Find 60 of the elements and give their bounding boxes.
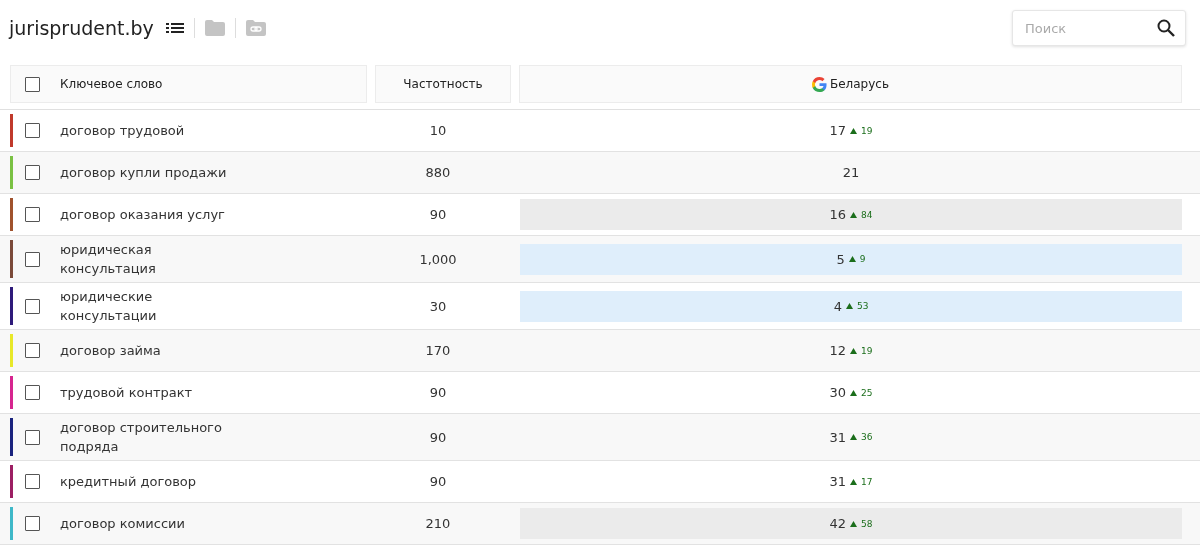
keyword-cell-text: трудовой контракт	[60, 384, 194, 402]
position-change: 17	[861, 476, 873, 487]
list-icon[interactable]	[165, 21, 184, 35]
position-change: 53	[856, 301, 869, 311]
row-checkbox[interactable]	[25, 429, 40, 445]
keyword-cell-text: договор оказания услуг	[60, 206, 226, 224]
position-cell: 21	[842, 165, 860, 180]
keyword-cell-text: договор трудовой	[60, 122, 186, 140]
column-header[interactable]: Частотность	[375, 65, 511, 103]
keyword-cell-text: договор займа	[60, 342, 162, 360]
position-cell: 16	[829, 207, 847, 222]
frequency-cell: 90	[429, 207, 447, 222]
site-title: jurisprudent.by	[9, 17, 154, 39]
keyword-cell-text: юридические консультации	[60, 288, 158, 325]
row-checkbox[interactable]	[25, 298, 40, 314]
position-cell: 42	[829, 516, 847, 531]
keyword-cell-text: договор купли продажи	[60, 164, 228, 182]
row-checkbox[interactable]	[25, 251, 40, 267]
frequency-cell: 10	[429, 123, 447, 138]
frequency-cell: 1,000	[419, 251, 457, 267]
frequency-cell: 90	[429, 429, 447, 445]
row-checkbox[interactable]	[25, 385, 40, 400]
position-cell: 31	[829, 429, 847, 445]
position-cell: 5	[836, 251, 845, 267]
frequency-cell: 30	[429, 298, 447, 314]
position-change: 36	[861, 432, 873, 442]
keyword-cell-text: договор строительного подряда	[60, 419, 223, 456]
column-header[interactable]: Ключевое слово	[10, 65, 367, 103]
frequency-cell: 170	[425, 343, 451, 358]
search-icon[interactable]	[1156, 18, 1176, 38]
frequency-cell: 90	[429, 474, 447, 489]
position-change: 19	[861, 345, 873, 356]
row-checkbox[interactable]	[25, 343, 40, 358]
position-change: 25	[861, 387, 873, 398]
row-checkbox[interactable]	[25, 165, 40, 180]
column-label: Ключевое слово	[60, 77, 163, 91]
position-change: 19	[861, 125, 873, 136]
position-cell: 30	[829, 385, 847, 400]
keyword-cell-text: юридическая консультация	[60, 241, 157, 278]
position-change: 84	[861, 209, 873, 220]
position-change: 9	[859, 254, 866, 264]
position-cell: 31	[829, 474, 847, 489]
position-change: 58	[861, 518, 873, 529]
row-checkbox[interactable]	[25, 123, 40, 138]
keyword-cell-text: договор комиссии	[60, 515, 186, 533]
column-header[interactable]: Беларусь	[519, 65, 1182, 103]
google-icon	[812, 76, 827, 92]
search-field[interactable]: Поиск	[1012, 10, 1186, 46]
position-cell: 12	[829, 343, 847, 358]
frequency-cell: 90	[429, 385, 447, 400]
frequency-cell: 880	[425, 165, 451, 180]
position-cell: 17	[829, 123, 847, 138]
row-checkbox[interactable]	[25, 207, 40, 222]
row-checkbox[interactable]	[25, 474, 40, 489]
column-label: Беларусь	[830, 77, 889, 91]
row-checkbox[interactable]	[25, 516, 40, 531]
keyword-cell-text: кредитный договор	[60, 473, 198, 491]
select-all-checkbox[interactable]	[25, 76, 40, 92]
frequency-cell: 210	[425, 516, 451, 531]
position-cell: 4	[833, 298, 842, 314]
